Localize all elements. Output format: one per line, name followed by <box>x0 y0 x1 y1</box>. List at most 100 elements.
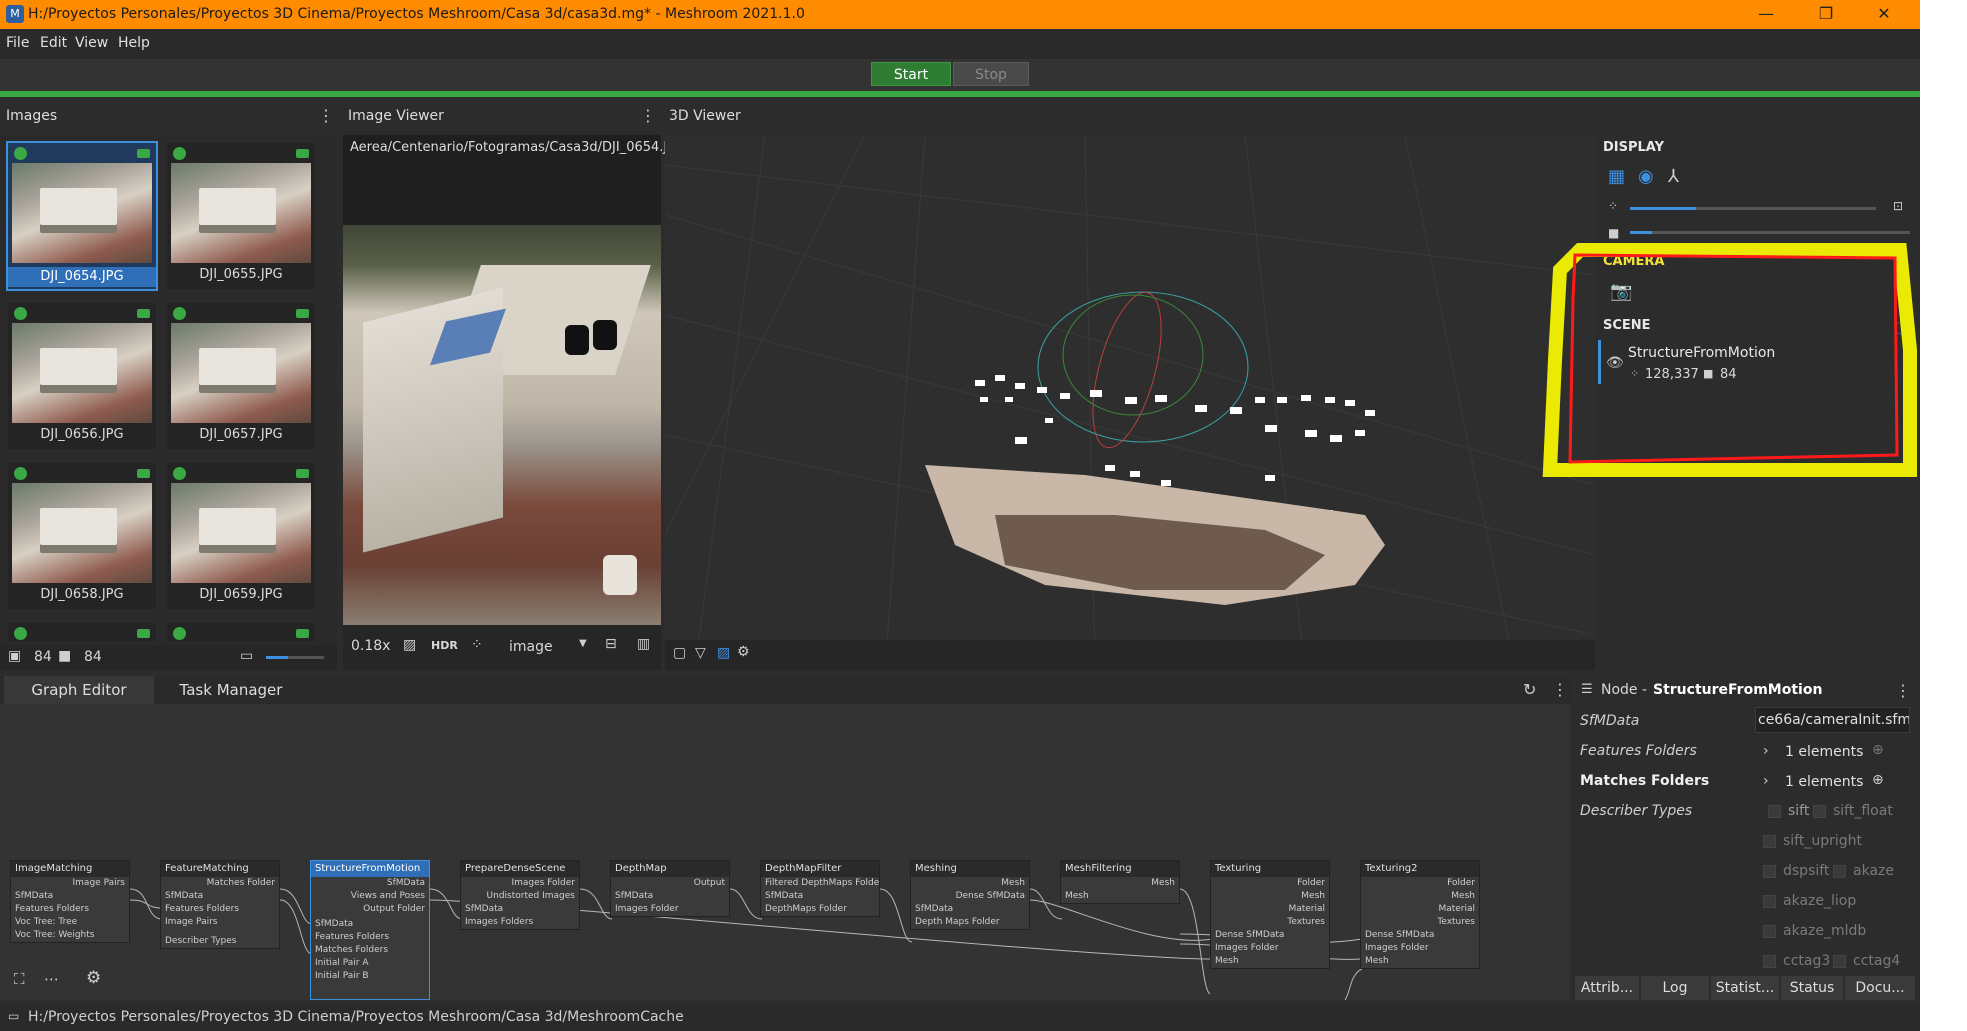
menu-help[interactable]: Help <box>118 35 150 51</box>
gear-icon[interactable]: ⚙ <box>737 644 750 660</box>
sfmdata-field[interactable]: ce66a/cameraInit.sfm <box>1755 707 1910 733</box>
tab-status[interactable]: Status <box>1781 976 1843 1000</box>
inspector-menu-icon[interactable]: ⋮ <box>1895 681 1911 700</box>
gizmo-icon[interactable]: ◉ <box>1638 166 1654 187</box>
add-icon[interactable]: ⊕ <box>1872 742 1884 758</box>
describer-akaze-mldb[interactable]: akaze_mldb <box>1762 923 1866 939</box>
tab-statistics[interactable]: Statist... <box>1711 976 1779 1000</box>
node-attr: Dense SfMData <box>955 891 1025 901</box>
thumbnail[interactable]: DJI_0659.JPG <box>167 463 315 609</box>
tab-log[interactable]: Log <box>1641 976 1709 1000</box>
graph-layout-icon[interactable]: ⋯ <box>44 970 59 988</box>
fit-view-icon[interactable]: ⊡ <box>1893 199 1903 213</box>
thumbnail[interactable]: DJI_0656.JPG <box>8 303 156 449</box>
node-texturing2[interactable]: Texturing2 Folder Mesh Material Textures… <box>1360 860 1480 969</box>
menu-file[interactable]: File <box>6 35 29 51</box>
attr-label-matches-folders: Matches Folders <box>1580 773 1710 789</box>
matches-folders-count: 1 elements <box>1785 774 1864 790</box>
describer-cctag3[interactable]: cctag3 <box>1762 953 1830 969</box>
node-featurematching[interactable]: FeatureMatching Matches Folder SfMData F… <box>160 860 280 949</box>
describer-cctag4[interactable]: cctag4 <box>1832 953 1900 969</box>
inspector-title-prefix: Node - <box>1601 682 1648 698</box>
thumbnail[interactable]: DJI_0654.JPG <box>6 141 158 291</box>
fit-icon[interactable]: ⊟ <box>605 636 617 652</box>
node-attr: Describer Types <box>165 936 237 946</box>
stop-button[interactable]: Stop <box>953 62 1029 86</box>
images-footer: ▣ 84 ■ 84 ▭ <box>0 645 337 670</box>
node-structurefrommotion[interactable]: StructureFromMotion SfMData Views and Po… <box>310 860 430 1000</box>
check-icon <box>14 467 27 480</box>
node-meshing[interactable]: Meshing Mesh Dense SfMData SfMData Depth… <box>910 860 1030 930</box>
describer-akaze[interactable]: akaze <box>1833 863 1894 879</box>
describer-sift-upright[interactable]: sift_upright <box>1762 833 1862 849</box>
chevron-right-icon[interactable]: › <box>1763 773 1769 789</box>
thumbnail-partial[interactable] <box>8 623 156 641</box>
frustum-icon[interactable]: ▽ <box>695 645 706 661</box>
minimize-button[interactable]: — <box>1746 2 1786 26</box>
graph-menu-icon[interactable]: ⋮ <box>1552 680 1568 699</box>
maximize-button[interactable]: ❐ <box>1806 2 1846 26</box>
start-button[interactable]: Start <box>871 62 951 86</box>
menu-edit[interactable]: Edit <box>40 35 67 51</box>
refresh-icon[interactable]: ↻ <box>1523 680 1536 699</box>
graph-editor[interactable]: ImageMatching Image Pairs SfMData Featur… <box>0 704 1570 1000</box>
node-attr: Matches Folders <box>315 945 389 955</box>
node-attr: Image Pairs <box>72 878 125 888</box>
images-menu-icon[interactable]: ⋮ <box>318 106 334 125</box>
thumbnail[interactable]: DJI_0657.JPG <box>167 303 315 449</box>
thumbnail-image <box>171 323 311 423</box>
graph-settings-icon[interactable]: ⚙ <box>86 968 101 988</box>
node-texturing[interactable]: Texturing Folder Mesh Material Textures … <box>1210 860 1330 969</box>
points-size-slider[interactable] <box>1630 207 1876 210</box>
add-icon[interactable]: ⊕ <box>1872 772 1884 788</box>
grid-toggle-icon[interactable]: ▨ <box>717 645 730 661</box>
node-depthmap[interactable]: DepthMap Output SfMData Images Folder <box>610 860 730 917</box>
thumbnail[interactable]: DJI_0658.JPG <box>8 463 156 609</box>
node-attr: Images Folders <box>465 917 534 927</box>
describer-sift-float[interactable]: sift_float <box>1813 803 1893 819</box>
chevron-down-icon[interactable]: ▼ <box>579 638 587 649</box>
thumbnail-image <box>12 323 152 423</box>
describer-akaze-liop[interactable]: akaze_liop <box>1762 893 1856 909</box>
tab-attributes[interactable]: Attrib... <box>1575 976 1639 1000</box>
histogram-icon[interactable]: ▥ <box>637 636 650 652</box>
node-imagematching[interactable]: ImageMatching Image Pairs SfMData Featur… <box>10 860 130 943</box>
channel-select[interactable]: image <box>509 639 553 655</box>
node-meshfiltering[interactable]: MeshFiltering Mesh Mesh <box>1060 860 1180 904</box>
image-viewer-menu-icon[interactable]: ⋮ <box>640 106 656 125</box>
color-points-icon[interactable]: ⁘ <box>471 637 483 653</box>
node-attr: Mesh <box>1451 891 1475 901</box>
node-title: StructureFromMotion <box>311 861 429 877</box>
node-attr: SfMData <box>165 891 204 901</box>
axes-icon[interactable]: ⅄ <box>1668 166 1679 187</box>
node-attr: SfMData <box>615 891 654 901</box>
node-attr: Textures <box>1287 917 1325 927</box>
fit-graph-icon[interactable]: ⛶ <box>14 970 25 988</box>
cache-path[interactable]: H:/Proyectos Personales/Proyectos 3D Cin… <box>28 1009 684 1025</box>
camera-scale-slider[interactable] <box>1630 231 1910 234</box>
close-button[interactable]: ✕ <box>1864 2 1904 26</box>
thumbnail[interactable]: DJI_0655.JPG <box>167 143 315 289</box>
thumbnail-size-slider[interactable] <box>266 656 324 659</box>
bounding-box-icon[interactable]: ▢ <box>673 645 686 661</box>
tab-task-manager[interactable]: Task Manager <box>156 676 306 704</box>
point-cloud-scene <box>665 135 1595 670</box>
photo-water-tank <box>565 325 589 355</box>
viewer3d-canvas[interactable]: ▢ ▽ ▨ ⚙ <box>665 135 1595 670</box>
tab-graph-editor[interactable]: Graph Editor <box>4 676 154 704</box>
thumbnail-partial[interactable] <box>167 623 315 641</box>
menu-view[interactable]: View <box>75 35 108 51</box>
chevron-right-icon[interactable]: › <box>1763 743 1769 759</box>
thumbnail-size-fill <box>266 656 289 659</box>
tab-documentation[interactable]: Docu... <box>1845 976 1915 1000</box>
grid-icon[interactable]: ▦ <box>1608 166 1625 187</box>
exposure-icon[interactable]: ▨ <box>403 637 416 653</box>
node-depthmapfilter[interactable]: DepthMapFilter Filtered DepthMaps Folder… <box>760 860 880 917</box>
thumbnail-image <box>171 163 311 263</box>
node-preparedensescene[interactable]: PrepareDenseScene Images Folder Undistor… <box>460 860 580 930</box>
viewer3d-toolbar: ▢ ▽ ▨ ⚙ <box>665 640 1595 670</box>
node-attr: SfMData <box>765 891 804 901</box>
describer-sift[interactable]: sift <box>1767 803 1809 819</box>
describer-dspsift[interactable]: dspsift <box>1762 863 1829 879</box>
hdr-button[interactable]: HDR <box>431 639 458 652</box>
